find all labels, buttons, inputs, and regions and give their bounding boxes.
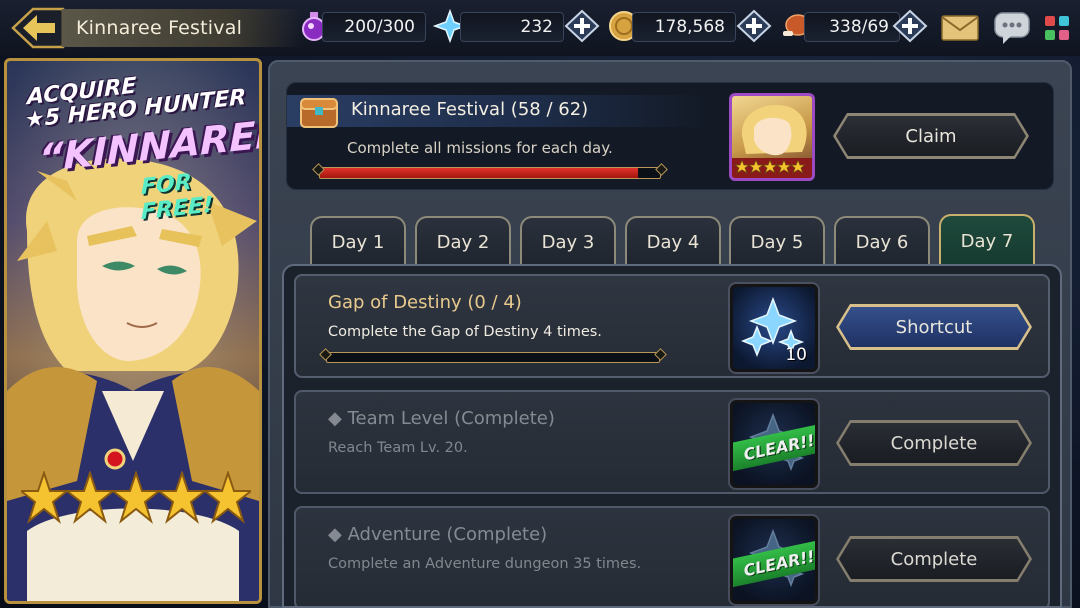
plus-icon	[736, 9, 772, 43]
hero-portrait-icon	[732, 105, 812, 178]
tab-day-4[interactable]: Day 4	[625, 216, 721, 266]
page-title: Kinnaree Festival	[62, 9, 302, 47]
back-button[interactable]	[8, 7, 68, 49]
mission-description: Complete an Adventure dungeon 35 times.	[328, 556, 642, 572]
tab-day-7[interactable]: Day 7	[939, 214, 1035, 266]
add-crystals-button[interactable]	[564, 9, 600, 43]
mission-reward: CLEAR!!	[728, 514, 820, 606]
treasure-chest-icon	[300, 98, 338, 128]
tab-day-1[interactable]: Day 1	[310, 216, 406, 266]
plus-icon	[892, 9, 928, 43]
mission-reward: CLEAR!!	[728, 398, 820, 490]
chat-icon[interactable]	[992, 9, 1032, 47]
main-menu-icon[interactable]	[1038, 9, 1076, 47]
top-bar: Kinnaree Festival 200/300 232 178,568 33…	[0, 0, 1080, 56]
complete-button[interactable]: Complete	[836, 536, 1032, 582]
mission-list: Gap of Destiny (0 / 4) Complete the Gap …	[282, 264, 1062, 608]
tab-day-2[interactable]: Day 2	[415, 216, 511, 266]
back-arrow-icon	[11, 7, 65, 49]
mission-item: ◆ Adventure (Complete) Complete an Adven…	[294, 506, 1050, 606]
festival-description: Complete all missions for each day.	[347, 139, 613, 157]
mission-title: ◆ Adventure (Complete)	[328, 524, 548, 545]
plus-icon	[564, 9, 600, 43]
star-icon	[21, 471, 70, 524]
mission-progress-bar	[319, 348, 667, 363]
hero-star-rating	[21, 471, 251, 524]
mission-item: ◆ Team Level (Complete) Reach Team Lv. 2…	[294, 390, 1050, 494]
shortcut-button[interactable]: Shortcut	[836, 304, 1032, 350]
mission-description: Complete the Gap of Destiny 4 times.	[328, 324, 602, 340]
star-icon	[64, 471, 116, 524]
crystal-counter: 232	[460, 12, 564, 42]
star-icon	[202, 471, 251, 524]
tab-day-3[interactable]: Day 3	[520, 216, 616, 266]
add-gold-button[interactable]	[736, 9, 772, 43]
mission-reward[interactable]: 10	[728, 282, 820, 374]
tab-day-6[interactable]: Day 6	[834, 216, 930, 266]
promo-line-4: FOR FREE!	[141, 169, 214, 226]
meat-counter: 338/69	[804, 12, 900, 42]
mission-title: Gap of Destiny (0 / 4)	[328, 292, 522, 313]
stamina-counter: 200/300	[322, 12, 426, 42]
mail-icon[interactable]	[940, 9, 980, 47]
hero-promo-banner[interactable]: ACQUIRE ★5 HERO HUNTER “KINNAREE” FOR FR…	[4, 58, 262, 604]
reward-hero-portrait[interactable]	[729, 93, 815, 181]
event-panel: Kinnaree Festival (58 / 62) Complete all…	[268, 60, 1072, 608]
festival-progress-bar	[312, 163, 668, 179]
shortcut-button-label: Shortcut	[895, 316, 973, 338]
add-meat-button[interactable]	[892, 9, 928, 43]
star-icon	[156, 471, 208, 524]
mission-description: Reach Team Lv. 20.	[328, 440, 468, 456]
complete-button-label: Complete	[890, 432, 978, 454]
reward-count: 10	[785, 345, 807, 365]
mission-title: ◆ Team Level (Complete)	[328, 408, 555, 429]
gold-counter: 178,568	[632, 12, 736, 42]
complete-button[interactable]: Complete	[836, 420, 1032, 466]
festival-summary: Kinnaree Festival (58 / 62) Complete all…	[286, 82, 1054, 190]
festival-title: Kinnaree Festival (58 / 62)	[351, 99, 589, 120]
complete-button-label: Complete	[890, 548, 978, 570]
star-icon	[110, 471, 162, 524]
mission-item: Gap of Destiny (0 / 4) Complete the Gap …	[294, 274, 1050, 378]
claim-button[interactable]: Claim	[833, 113, 1029, 159]
festival-progress-fill	[320, 168, 639, 178]
claim-button-label: Claim	[905, 125, 957, 147]
tab-day-5[interactable]: Day 5	[729, 216, 825, 266]
promo-text: ACQUIRE ★5 HERO HUNTER “KINNAREE” FOR FR…	[21, 73, 259, 225]
